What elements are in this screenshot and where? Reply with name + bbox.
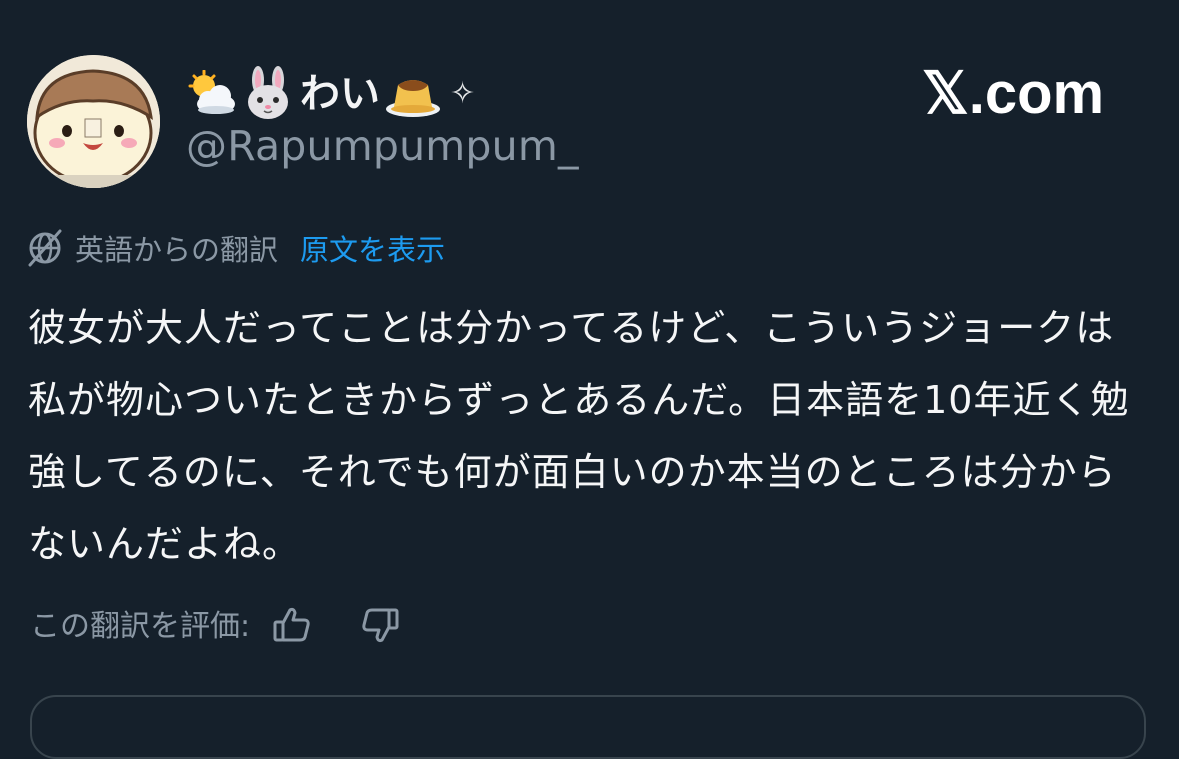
pudding-icon <box>384 69 442 119</box>
thumbs-up-icon[interactable] <box>270 603 314 651</box>
sun-behind-cloud-icon <box>186 70 238 118</box>
rate-translation-row: この翻訳を評価: <box>30 605 402 649</box>
translated-from-label: 英語からの翻訳 <box>75 232 279 267</box>
rabbit-face-icon <box>240 66 296 122</box>
site-label: 𝕏.com <box>922 61 1105 126</box>
display-name-text: わい <box>300 71 380 117</box>
avatar-image <box>27 55 160 188</box>
tweet-text: 彼女が大人だってことは分かってるけど、こういうジョークは私が物心ついたときからず… <box>28 306 1130 566</box>
thumbs-down-icon[interactable] <box>358 603 402 651</box>
author-handle[interactable]: @Rapumpumpum_ <box>186 126 579 167</box>
rate-translation-label: この翻訳を評価: <box>30 609 251 644</box>
avatar[interactable] <box>27 55 160 188</box>
show-original-link[interactable]: 原文を表示 <box>300 235 445 265</box>
author-display-name[interactable]: わい ✧ <box>186 64 475 124</box>
translation-bar: 英語からの翻訳 原文を表示 <box>24 227 445 273</box>
sparkle-icon: ✧ <box>450 76 476 111</box>
embedded-card[interactable] <box>30 695 1146 759</box>
globe-icon <box>24 227 66 273</box>
